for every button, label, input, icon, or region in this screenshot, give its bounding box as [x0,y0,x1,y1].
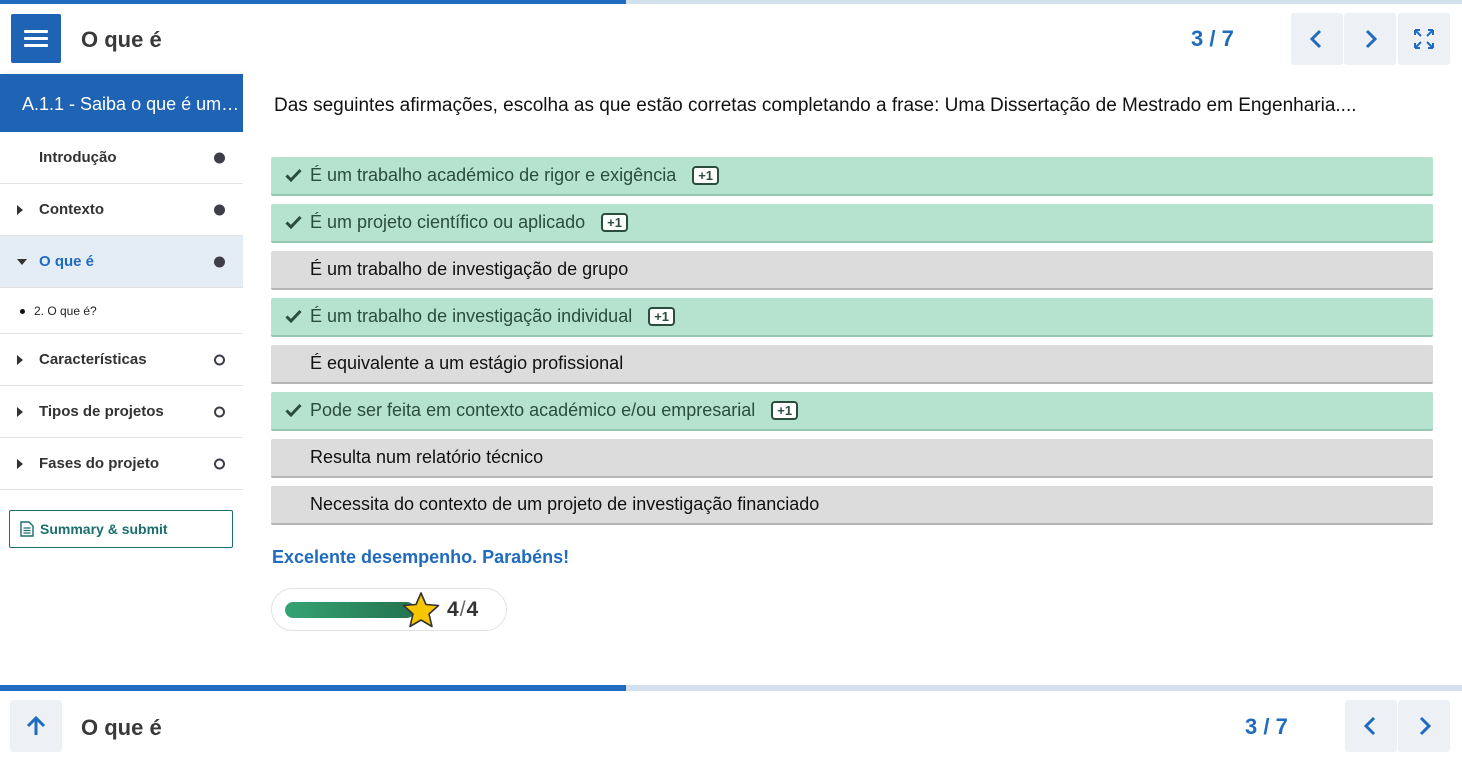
page-current: 3 [1245,714,1258,739]
sidebar-item-o-que-e[interactable]: O que é [0,236,243,288]
answer-option[interactable]: Necessita do contexto de um projeto de i… [271,486,1433,525]
answer-option[interactable]: É um projeto científico ou aplicado +1 [271,204,1433,243]
score-max: 4 [466,598,479,621]
sidebar-item-label: Contexto [39,201,104,218]
status-not-started-icon [214,354,225,365]
status-completed-icon [214,152,225,163]
hamburger-icon [24,30,48,33]
caret-right-icon [17,204,23,215]
page-title: O que é [81,27,162,52]
sidebar-item-fases-do-projeto[interactable]: Fases do projeto [0,438,243,490]
fullscreen-button[interactable] [1398,13,1450,65]
answer-option-label: É um trabalho de investigação individual [310,306,633,326]
score-text: 4/4 [447,598,478,622]
star-icon [402,592,440,628]
scroll-top-button[interactable] [10,700,62,752]
document-icon [20,521,34,537]
status-not-started-icon [214,458,225,469]
caret-right-icon [17,406,23,417]
answer-option-label: Pode ser feita em contexto académico e/o… [310,400,756,420]
status-completed-icon [214,204,225,215]
module-title[interactable]: A.1.1 - Saiba o que é uma Dissertação de… [0,74,243,132]
check-icon [285,309,302,323]
bottom-bar: O que é 3 / 7 [0,691,1462,761]
arrow-up-icon [26,715,46,735]
expand-icon [1414,29,1434,49]
sidebar-item-label: Características [39,351,147,368]
sidebar-subitem-o-que-e[interactable]: 2. O que é? [0,288,243,334]
sidebar-item-label: Fases do projeto [39,455,160,472]
page-separator: / [1263,714,1270,739]
top-bar: O que é 3 / 7 [0,4,1462,74]
page-counter: 3 / 7 [1191,26,1234,52]
answer-option-label: É um trabalho académico de rigor e exigê… [310,165,677,185]
score-value: 4 [447,598,459,621]
summary-submit-button[interactable]: Summary & submit [9,510,233,548]
answer-option-label: É equivalente a um estágio profissional [310,353,624,373]
footer-next-button[interactable] [1398,700,1450,752]
hamburger-icon-line [24,44,48,47]
prev-page-button[interactable] [1291,13,1343,65]
sidebar-item-caracteristicas[interactable]: Características [0,334,243,386]
points-badge: +1 [648,307,676,326]
page-total: 7 [1221,26,1234,51]
question-text: Das seguintes afirmações, escolha as que… [274,95,1357,116]
summary-submit-label: Summary & submit [40,521,168,537]
main-content: Das seguintes afirmações, escolha as que… [243,74,1462,685]
feedback-message: Excelente desempenho. Parabéns! [272,547,570,567]
answer-option[interactable]: É um trabalho académico de rigor e exigê… [271,157,1433,196]
answer-option[interactable]: É um trabalho de investigação de grupo [271,251,1433,290]
status-completed-icon [214,256,225,267]
sidebar-item-label: O que é [39,253,95,270]
answer-option-label: É um projeto científico ou aplicado [310,212,586,232]
sidebar-item-label: Introdução [39,149,117,166]
next-page-button[interactable] [1344,13,1396,65]
sidebar: A.1.1 - Saiba o que é uma Dissertação de… [0,74,243,685]
sidebar-item-introducao[interactable]: Introdução [0,132,243,184]
check-icon [285,168,302,182]
check-icon [285,215,302,229]
caret-right-icon [17,354,23,365]
status-not-started-icon [214,406,225,417]
chevron-right-icon [1419,716,1432,736]
page-separator: / [1209,26,1216,51]
answer-option[interactable]: Pode ser feita em contexto académico e/o… [271,392,1433,431]
sidebar-item-contexto[interactable]: Contexto [0,184,243,236]
footer-page-counter: 3 / 7 [1245,714,1288,740]
page-current: 3 [1191,26,1204,51]
chevron-left-icon [1363,716,1376,736]
score-bar-fill [285,602,415,618]
check-icon [285,403,302,417]
score-panel: 4/4 [271,588,507,631]
score-separator: / [459,598,466,621]
sidebar-item-tipos-de-projetos[interactable]: Tipos de projetos [0,386,243,438]
points-badge: +1 [692,166,720,185]
answer-option-label: Resulta num relatório técnico [310,447,544,467]
answer-option[interactable]: É equivalente a um estágio profissional [271,345,1433,384]
footer-title: O que é [81,715,162,740]
score-bar [285,602,415,618]
options-list: É um trabalho académico de rigor e exigê… [271,157,1433,533]
hamburger-icon-line [24,37,48,40]
answer-option[interactable]: Resulta num relatório técnico [271,439,1433,478]
answer-option-label: É um trabalho de investigação de grupo [310,259,629,279]
menu-button[interactable] [11,14,61,63]
sidebar-subitem-label: 2. O que é? [34,303,97,318]
caret-down-icon [17,258,27,265]
points-badge: +1 [601,213,628,232]
answer-option-label: Necessita do contexto de um projeto de i… [310,494,820,514]
points-badge: +1 [771,401,799,420]
caret-right-icon [17,458,23,469]
chevron-left-icon [1309,29,1322,49]
answer-option[interactable]: É um trabalho de investigação individual… [271,298,1433,337]
sidebar-item-label: Tipos de projetos [39,403,164,420]
page-total: 7 [1275,714,1288,739]
footer-prev-button[interactable] [1345,700,1397,752]
chevron-right-icon [1365,29,1378,49]
